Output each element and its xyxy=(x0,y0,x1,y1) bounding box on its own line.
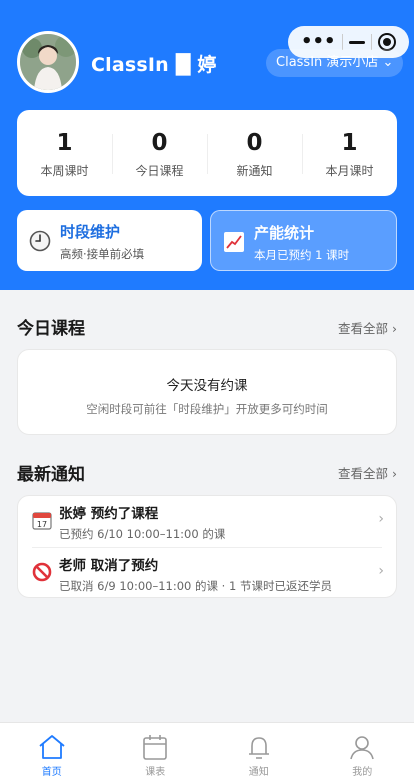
chevron-right-icon: › xyxy=(378,511,384,527)
card-title: 产能统计 xyxy=(254,224,315,242)
card-subtitle: 高频·接单前必填 xyxy=(60,247,145,261)
home-icon xyxy=(39,735,65,759)
stat-value: 0 xyxy=(151,129,168,156)
card-title: 时段维护 xyxy=(60,223,121,241)
minimize-icon[interactable] xyxy=(348,40,365,44)
empty-hint: 空闲时段可前往「时段维护」开放更多可约时间 xyxy=(86,402,328,416)
user-name: ClassIn █ 婷 xyxy=(91,54,217,76)
stat-month-hours[interactable]: 1 本月课时 xyxy=(302,128,397,179)
stat-label: 本周课时 xyxy=(40,163,89,178)
capsule-divider xyxy=(370,34,372,50)
chart-icon xyxy=(224,232,244,252)
today-view-all-link[interactable]: 查看全部 › xyxy=(338,318,397,337)
stat-value: 1 xyxy=(341,129,358,156)
stat-label: 本月课时 xyxy=(325,163,374,178)
notices-section-title: 最新通知 xyxy=(17,465,85,485)
user-icon xyxy=(350,736,375,760)
stat-label: 今日课程 xyxy=(135,163,184,178)
notice-item[interactable]: 17 张婷 预约了课程 已预约 6/10 10:00–11:00 的课 › xyxy=(18,496,396,546)
stat-new-notices[interactable]: 0 新通知 xyxy=(207,128,302,179)
time-slot-maintenance-card[interactable]: 时段维护 高频·接单前必填 xyxy=(17,210,202,271)
stats-panel: 1 本周课时 0 今日课程 0 新通知 1 本月课时 xyxy=(17,110,397,196)
notice-detail: 已预约 6/10 10:00–11:00 的课 xyxy=(59,527,226,541)
stat-label: 新通知 xyxy=(236,163,273,178)
calendar-icon xyxy=(143,735,168,760)
svg-text:17: 17 xyxy=(37,520,47,529)
calendar-icon: 17 xyxy=(32,512,52,530)
notice-item[interactable]: 老师 取消了预约 已取消 6/9 10:00–11:00 的课 · 1 节课时已… xyxy=(18,548,396,598)
bottom-tab-bar: 首页 课表 通知 我的 xyxy=(0,722,414,780)
shop-selector[interactable]: ClassIn 演示小店 ⌄ xyxy=(266,49,404,77)
notice-title: 老师 取消了预约 xyxy=(59,558,159,574)
prohibited-icon xyxy=(32,562,52,582)
capsule-divider xyxy=(341,34,343,50)
avatar[interactable] xyxy=(17,31,79,93)
empty-title: 今天没有约课 xyxy=(166,378,248,394)
today-section-title: 今日课程 xyxy=(17,319,85,339)
home-page: ClassIn █ 婷 ••• ClassIn 演示小店 ⌄ 1 本周课时 0 … xyxy=(0,0,414,780)
tab-label: 首页 xyxy=(41,767,62,778)
tab-label: 课表 xyxy=(145,767,166,778)
tab-label: 通知 xyxy=(248,767,269,778)
tab-notifications[interactable]: 通知 xyxy=(207,723,311,780)
today-empty-state: 今天没有约课 空闲时段可前往「时段维护」开放更多可约时间 xyxy=(17,349,397,435)
stat-value: 1 xyxy=(56,129,73,156)
card-subtitle: 本月已预约 1 课时 xyxy=(254,248,350,262)
tab-schedule[interactable]: 课表 xyxy=(104,723,208,780)
stat-week-hours[interactable]: 1 本周课时 xyxy=(17,128,112,179)
tab-home[interactable]: 首页 xyxy=(0,723,104,780)
clock-icon xyxy=(29,230,51,252)
capacity-stats-card[interactable]: 产能统计 本月已预约 1 课时 xyxy=(210,210,397,271)
notice-detail: 已取消 6/9 10:00–11:00 的课 · 1 节课时已返还学员 xyxy=(59,579,332,593)
notice-title: 张婷 预约了课程 xyxy=(59,506,159,522)
stat-today-courses[interactable]: 0 今日课程 xyxy=(112,128,207,179)
avatar-photo xyxy=(20,34,76,90)
header-banner: ClassIn █ 婷 ••• ClassIn 演示小店 ⌄ 1 本周课时 0 … xyxy=(0,0,414,290)
notices-view-all-link[interactable]: 查看全部 › xyxy=(338,463,397,482)
notice-list: 17 张婷 预约了课程 已预约 6/10 10:00–11:00 的课 › 老师… xyxy=(17,495,397,598)
tab-profile[interactable]: 我的 xyxy=(311,723,414,780)
bell-icon xyxy=(248,737,269,759)
stat-value: 0 xyxy=(246,129,263,156)
tab-label: 我的 xyxy=(352,767,373,778)
chevron-right-icon: › xyxy=(378,563,384,579)
